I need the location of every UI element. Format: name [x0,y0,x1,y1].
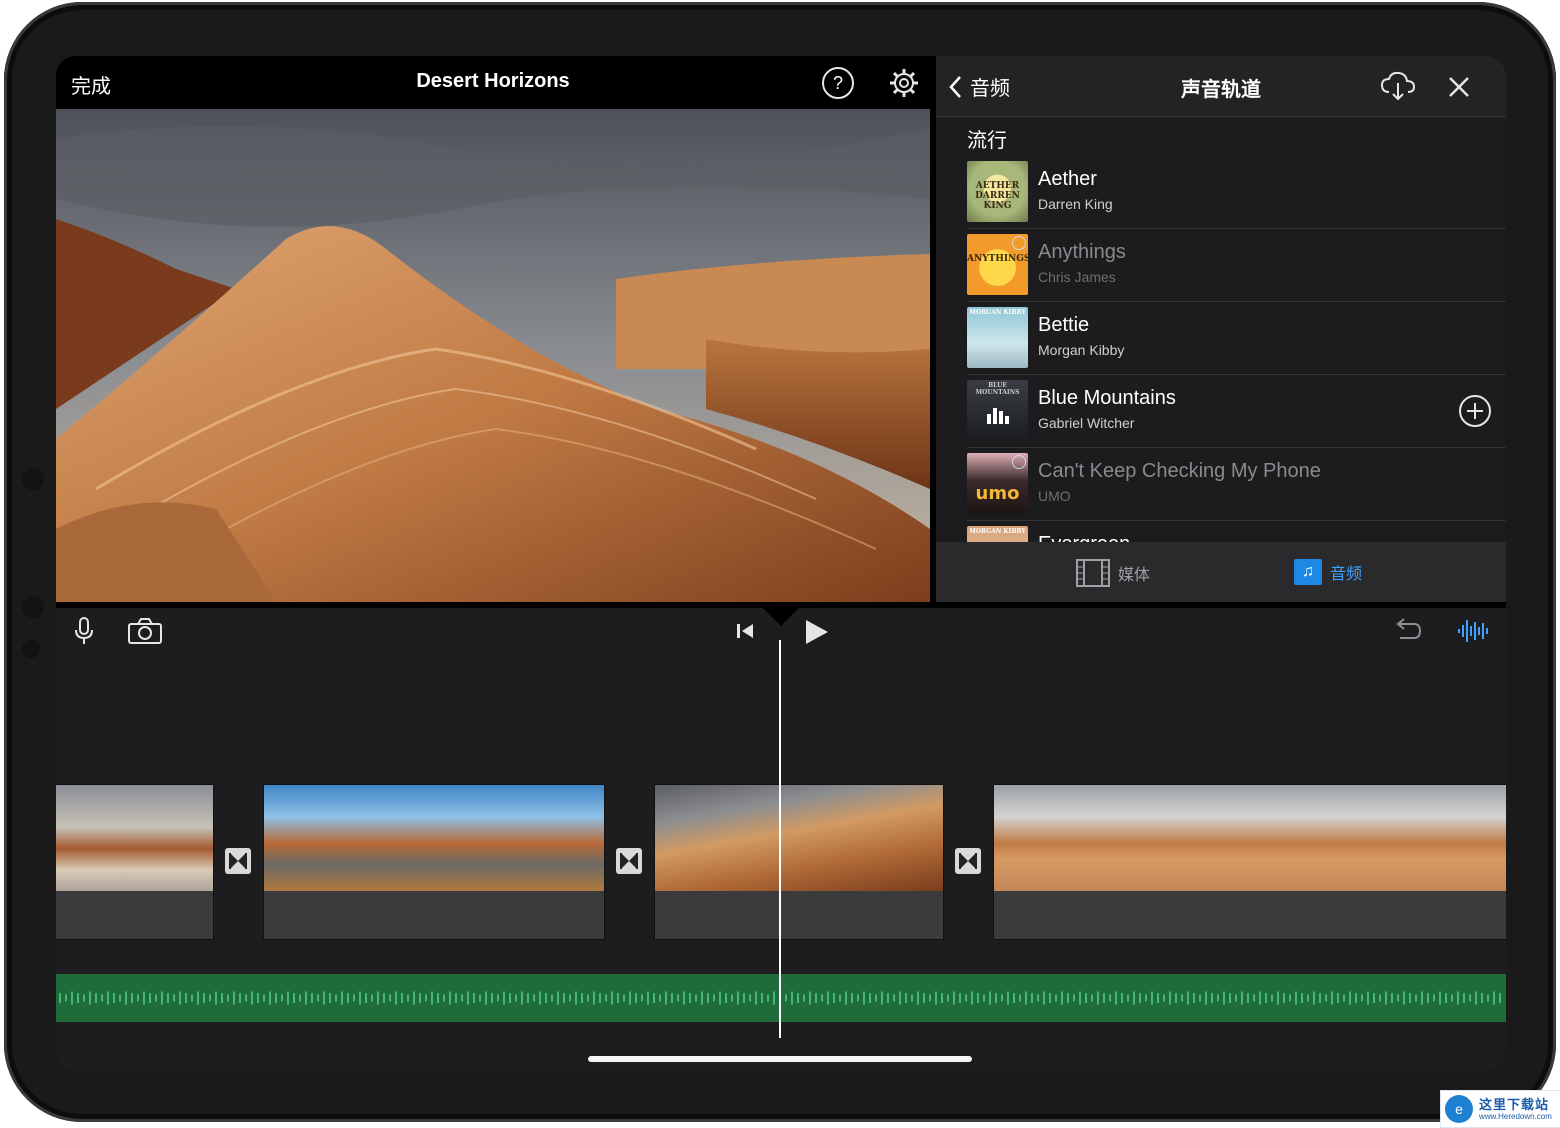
transition-icon [620,853,638,869]
play-icon[interactable] [802,618,830,646]
back-button[interactable]: 音频 [948,72,1010,101]
album-art-text: MORGAN KIBBY [969,309,1026,316]
song-artist: Gabriel Witcher [1038,415,1135,431]
tab-media[interactable]: 媒体 [1076,559,1150,587]
microphone-icon[interactable] [74,616,94,646]
cloud-download-icon [1012,236,1026,250]
song-artist: Morgan Kibby [1038,342,1125,358]
transition-button[interactable] [225,848,251,874]
transition-button[interactable] [616,848,642,874]
album-art: BLUE MOUNTAINS [967,380,1028,441]
close-icon[interactable] [1446,74,1472,100]
transition-button[interactable] [955,848,981,874]
chevron-left-icon [949,75,961,98]
soundtrack-audio-track[interactable] [56,974,1506,1022]
video-clip[interactable] [993,784,1506,940]
album-art-text: ANYTHINGS [967,254,1028,264]
cloud-download-icon[interactable] [1380,70,1416,102]
album-art-text: umo [975,483,1020,504]
help-icon[interactable]: ? [822,67,854,99]
watermark-line1: 这里下载站 [1479,1097,1550,1112]
album-art-text: MORGAN KIBBY [969,528,1026,535]
clip-thumbnail [56,785,213,891]
song-title: Bettie [1038,314,1090,336]
gear-icon[interactable] [888,67,920,99]
song-title: Can't Keep Checking My Phone [1038,460,1321,482]
song-artist: UMO [1038,488,1071,504]
camera-icon[interactable] [128,618,162,644]
imovie-screen: 完成 Desert Horizons ? 音频 声音轨道 流行 AETHER D… [56,56,1506,1072]
watermark-logo-icon: e [1445,1095,1473,1123]
home-indicator [588,1056,972,1062]
list-item[interactable]: ANYTHINGS Anythings Chris James [967,229,1506,302]
album-art: MORGAN KIBBY [967,526,1028,542]
panel-header: 音频 声音轨道 [936,56,1506,117]
song-title: Blue Mountains [1038,387,1176,409]
clip-audio-area [56,891,213,939]
clip-thumbnail [655,785,943,891]
film-icon [1076,559,1110,587]
tab-audio[interactable]: ♫ 音频 [1294,559,1362,585]
list-item[interactable]: BLUE MOUNTAINS Blue Mountains Gabriel Wi… [967,375,1506,448]
project-title: Desert Horizons [416,70,570,92]
section-header: 流行 [967,130,1007,152]
list-item[interactable]: MORGAN KIBBY Bettie Morgan Kibby [967,302,1506,375]
skip-back-icon[interactable] [734,620,756,642]
song-title: Evergreen [1038,533,1130,542]
tab-audio-label: 音频 [1330,566,1363,583]
album-art: AETHER DARREN KING [967,161,1028,222]
cloud-download-icon [1012,455,1026,469]
transition-icon [959,853,977,869]
timeline [56,608,1506,1072]
album-art-text: AETHER DARREN KING [975,181,1020,211]
video-clip[interactable] [654,784,944,940]
clip-thumbnail [264,785,604,891]
clip-audio-area [655,891,943,939]
done-button[interactable]: 完成 [71,70,111,99]
video-clip[interactable] [263,784,605,940]
side-sensor [22,468,44,490]
undo-icon[interactable] [1392,616,1422,646]
transition-icon [229,853,247,869]
clip-audio-area [994,891,1506,939]
list-item[interactable]: AETHER DARREN KING Aether Darren King [967,156,1506,229]
bars-icon [987,408,1009,424]
panel-title: 声音轨道 [1181,79,1261,101]
side-sensor [22,596,44,618]
song-title: Aether [1038,168,1097,190]
watermark-line2: www.Heredown.com [1479,1112,1552,1121]
side-sensor [22,640,40,658]
watermark: e 这里下载站 www.Heredown.com [1440,1090,1560,1128]
list-item[interactable]: MORGAN KIBBY Evergreen [967,521,1506,542]
clip-audio-area [264,891,604,939]
song-artist: Chris James [1038,269,1116,285]
album-art: umo [967,453,1028,514]
audio-browser-panel: 音频 声音轨道 流行 AETHER DARREN KING Aether Dar… [936,56,1506,602]
list-item[interactable]: umo Can't Keep Checking My Phone UMO [967,448,1506,521]
album-art: ANYTHINGS [967,234,1028,295]
playhead[interactable] [779,640,781,1038]
tab-media-label: 媒体 [1118,567,1151,584]
song-title: Anythings [1038,241,1126,263]
soundtrack-list: AETHER DARREN KING Aether Darren King AN… [967,156,1506,542]
browser-tab-bar: 媒体 ♫ 音频 [936,542,1506,602]
album-art: MORGAN KIBBY [967,307,1028,368]
video-preview[interactable] [56,109,930,602]
playhead-notch [763,608,799,626]
back-label: 音频 [970,78,1010,100]
clip-thumbnail [994,785,1506,891]
audio-waveform [59,991,1501,1005]
waveform-icon[interactable] [1456,616,1492,646]
video-clip[interactable] [56,784,214,940]
plus-circle-icon[interactable] [1459,395,1491,427]
timeline-toolbar [56,608,1506,656]
viewer-toolbar: 完成 Desert Horizons ? [56,56,930,108]
music-note-icon: ♫ [1294,559,1322,585]
song-artist: Darren King [1038,196,1113,212]
